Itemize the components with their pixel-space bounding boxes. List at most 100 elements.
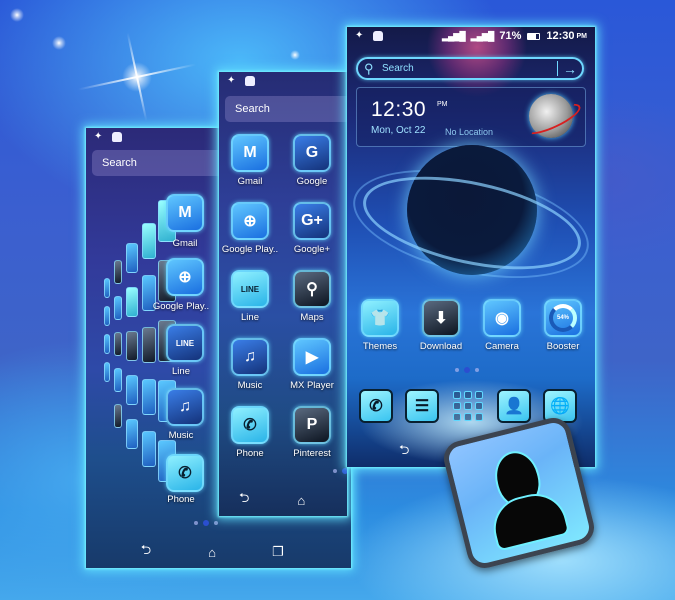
line-icon[interactable]: LINE (166, 324, 204, 362)
app-icon[interactable] (126, 375, 138, 405)
app-label: Pinterest (293, 448, 331, 459)
app-icon[interactable] (142, 379, 156, 415)
play-icon[interactable]: ▶ (293, 338, 331, 376)
app-icon[interactable] (142, 327, 156, 363)
home-icon[interactable]: ⌂ (297, 493, 305, 508)
page-dot[interactable] (214, 521, 218, 525)
back-icon[interactable]: ⮌ (399, 441, 409, 463)
google-icon[interactable]: G (293, 134, 331, 172)
gamepad-icon[interactable]: ⊕ (231, 202, 269, 240)
navigation-bar: ⮌ ⌂ ❐ (86, 536, 351, 568)
search-bar[interactable]: Search (225, 96, 347, 122)
grid-cell (453, 391, 461, 399)
gmail-icon[interactable]: M (166, 194, 204, 232)
clock-date: Mon, Oct 22 (371, 125, 426, 136)
middle-app-drawer-screen: ✦ Search M Gmail G Google ⊕ Google Play.. G+ Go… (219, 72, 347, 516)
grid-cell (475, 413, 483, 421)
booster-progress-ring: 54% (549, 304, 577, 332)
front-home-screen: ✦ ▂▄▆█ ▂▄▆█ 71% 12:30 PM ⚲ Search → 12:3… (347, 27, 595, 467)
page-dot-active[interactable] (342, 468, 347, 474)
grid-cell (475, 391, 483, 399)
android-icon (112, 132, 122, 142)
phone-icon[interactable]: ✆ (231, 406, 269, 444)
app-icon[interactable] (126, 243, 138, 273)
page-dot[interactable] (333, 469, 337, 473)
page-dot[interactable] (194, 521, 198, 525)
phone-icon[interactable]: ✆ (359, 389, 393, 423)
contacts-icon[interactable]: 👤 (497, 389, 531, 423)
app-label: Maps (300, 312, 324, 323)
search-bar[interactable]: ⚲ Search → (356, 57, 584, 80)
battery-percent: 71% (499, 30, 522, 42)
app-label: MX Player (290, 380, 334, 391)
shirt-icon[interactable]: 👕 (361, 299, 399, 337)
status-ampm: PM (576, 32, 588, 40)
app-column (114, 260, 122, 428)
camera-icon[interactable]: ◉ (483, 299, 521, 337)
app-label: Google+ (293, 244, 331, 255)
app-label: Line (172, 366, 190, 377)
pinterest-icon[interactable]: P (293, 406, 331, 444)
app-label: Google (296, 176, 328, 187)
signal-icon: ▂▄▆█ (470, 30, 495, 41)
recents-icon[interactable]: ❐ (266, 544, 290, 560)
app-icon[interactable] (114, 404, 122, 428)
phone-icon[interactable]: ✆ (166, 454, 204, 492)
status-bar: ✦ (219, 72, 347, 90)
page-indicator (455, 367, 479, 373)
app-label: Themes (362, 341, 398, 352)
music-icon[interactable]: ♫ (166, 388, 204, 426)
app-label: Booster (546, 341, 580, 352)
app-icon[interactable] (104, 278, 110, 298)
app-label: Google Play.. (152, 301, 210, 312)
google-plus-icon[interactable]: G+ (293, 202, 331, 240)
app-icon[interactable] (126, 419, 138, 449)
line-icon[interactable]: LINE (231, 270, 269, 308)
usb-icon: ✦ (94, 131, 103, 142)
clock-weather-widget[interactable]: 12:30 PM Mon, Oct 22 No Location (356, 87, 586, 147)
app-icon[interactable] (114, 260, 122, 284)
music-icon[interactable]: ♫ (231, 338, 269, 376)
app-label: Gmail (237, 176, 263, 187)
map-pin-icon[interactable]: ⚲ (293, 270, 331, 308)
back-icon[interactable]: ⮌ (239, 489, 249, 511)
app-icon[interactable] (114, 296, 122, 320)
download-icon[interactable]: ⬇ (422, 299, 460, 337)
page-dot[interactable] (455, 368, 459, 372)
app-icon[interactable] (126, 287, 138, 317)
page-dot-active[interactable] (203, 520, 209, 526)
gmail-icon[interactable]: M (231, 134, 269, 172)
grid-cell (453, 413, 461, 421)
app-label: Music (237, 380, 263, 391)
arrow-right-icon[interactable]: → (558, 61, 582, 77)
navigation-bar: ⮌ ⌂ ❐ (219, 484, 347, 516)
app-icon[interactable] (104, 362, 110, 382)
app-icon[interactable] (126, 331, 138, 361)
search-placeholder: Search (382, 63, 414, 74)
back-icon[interactable]: ⮌ (134, 541, 158, 563)
home-icon[interactable]: ⌂ (200, 545, 224, 560)
message-icon[interactable]: ☰ (405, 389, 439, 423)
search-icon: ⚲ (364, 60, 374, 76)
page-dot[interactable] (475, 368, 479, 372)
star-glint (52, 36, 66, 50)
app-label: Music (168, 430, 194, 441)
booster-icon[interactable]: 54% (544, 299, 582, 337)
status-time: 12:30 (546, 30, 575, 42)
app-icon[interactable] (104, 334, 110, 354)
app-icon[interactable] (114, 368, 122, 392)
app-column (104, 278, 110, 382)
app-label: Gmail (172, 238, 198, 249)
android-icon (373, 31, 383, 41)
page-dot-active[interactable] (464, 367, 470, 373)
page-indicator (333, 468, 347, 474)
app-drawer-icon[interactable] (453, 391, 483, 421)
person-silhouette-body (489, 489, 568, 550)
app-icon[interactable] (114, 332, 122, 356)
lens-flare (122, 62, 152, 92)
gamepad-icon[interactable]: ⊕ (166, 258, 204, 296)
grid-cell (464, 391, 472, 399)
app-icon[interactable] (104, 306, 110, 326)
star-glint (10, 8, 24, 22)
app-label: Camera (485, 341, 519, 352)
